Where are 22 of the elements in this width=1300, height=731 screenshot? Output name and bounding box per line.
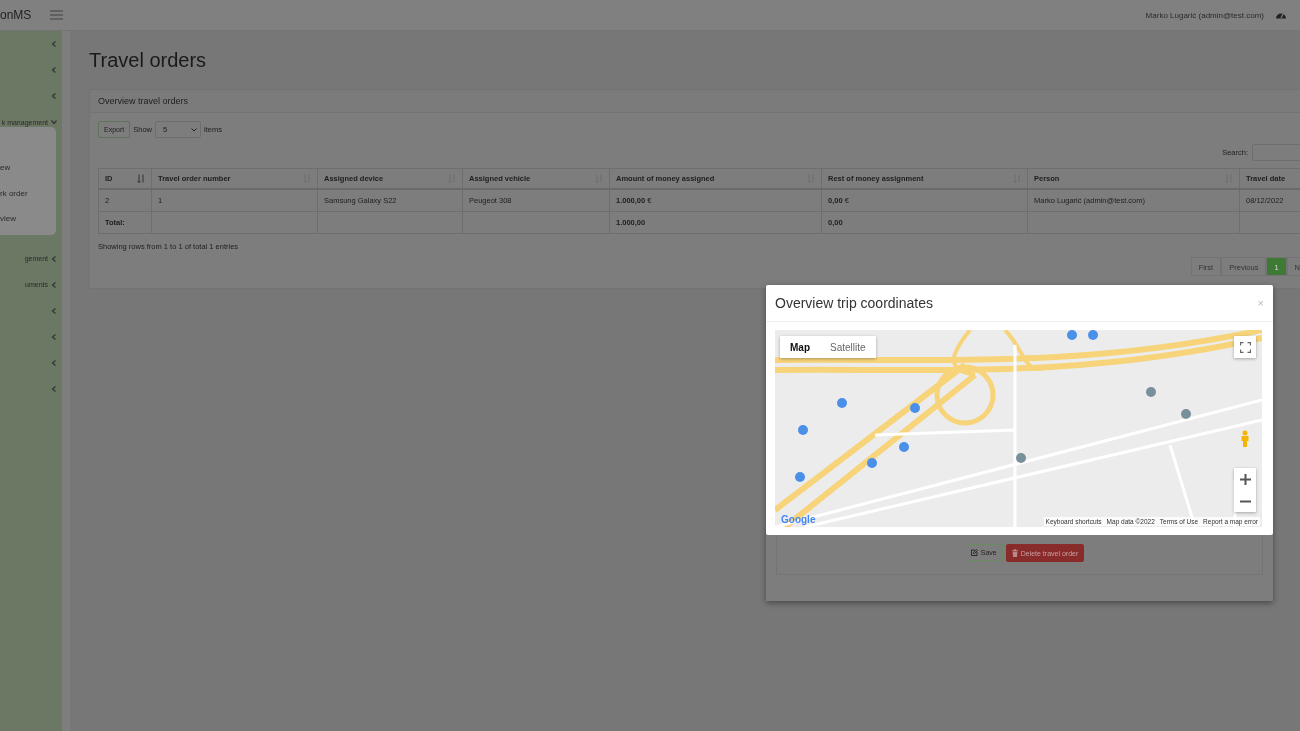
menu-icon[interactable]	[50, 10, 63, 20]
edit-icon	[970, 549, 978, 556]
scrollbar[interactable]	[62, 31, 70, 731]
map-logo: Google	[781, 514, 816, 525]
fullscreen-icon	[1239, 341, 1251, 353]
dashboard-icon[interactable]	[1276, 11, 1286, 19]
zoom-out-button[interactable]	[1234, 490, 1256, 512]
submenu-item[interactable]: ew	[0, 155, 56, 181]
fullscreen-button[interactable]	[1234, 336, 1256, 358]
map-type-tab[interactable]: Satellite	[820, 336, 876, 358]
person-icon[interactable]	[1240, 430, 1250, 448]
submenu-item[interactable]: rk order	[0, 180, 56, 206]
page-title: Travel orders	[89, 49, 208, 72]
plus-icon	[1239, 473, 1251, 485]
submenu-item[interactable]: view	[0, 206, 56, 232]
zoom-in-button[interactable]	[1234, 468, 1256, 490]
caret-icon	[191, 127, 197, 132]
brand-name: onMS	[0, 8, 33, 22]
dialog-title: Overview trip coordinates	[775, 295, 933, 311]
trash-icon	[1011, 549, 1018, 557]
user-name[interactable]: Marko Lugarić (admin@test.com)	[1145, 10, 1264, 20]
map-type-tab[interactable]: Map	[780, 336, 820, 358]
